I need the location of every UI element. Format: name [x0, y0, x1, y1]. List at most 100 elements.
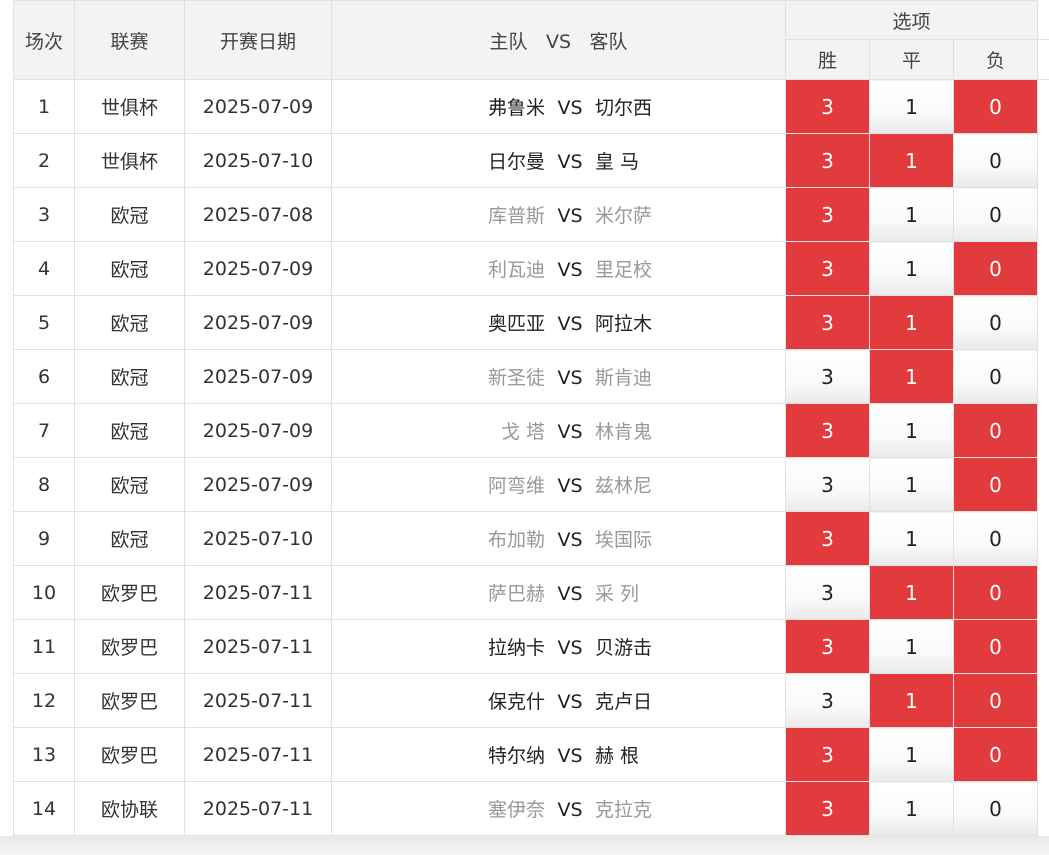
away-team: 克卢日 — [595, 691, 653, 713]
option-lose[interactable]: 0 — [952, 619, 1039, 674]
option-draw[interactable]: 1 — [869, 511, 954, 566]
option-lose[interactable]: 0 — [952, 565, 1039, 620]
league-name: 欧冠 — [74, 241, 185, 296]
option-lose[interactable]: 0 — [952, 349, 1039, 404]
table-row: 11 欧罗巴 2025-07-11 拉纳卡 VS 贝游击 3 1 0 — [13, 619, 1049, 674]
table-row: 7 欧冠 2025-07-09 戈 塔 VS 林肯鬼 3 1 0 — [13, 403, 1049, 458]
home-team: 戈 塔 — [500, 421, 545, 443]
option-win[interactable]: 3 — [785, 295, 870, 350]
option-draw[interactable]: 1 — [869, 781, 954, 836]
option-lose[interactable]: 0 — [952, 511, 1039, 566]
home-team: 塞伊奈 — [487, 799, 545, 821]
table-row: 6 欧冠 2025-07-09 新圣徒 VS 斯肯迪 3 1 0 — [13, 349, 1049, 404]
row-gap — [1037, 511, 1049, 566]
option-draw[interactable]: 1 — [869, 187, 954, 242]
option-win[interactable]: 3 — [785, 565, 870, 620]
away-team: 皇 马 — [595, 151, 640, 173]
vs-label: VS — [557, 313, 583, 335]
option-draw[interactable]: 1 — [869, 673, 954, 728]
row-gap — [1037, 565, 1049, 620]
match-date: 2025-07-10 — [184, 133, 332, 188]
option-win[interactable]: 3 — [785, 781, 870, 836]
round-number: 14 — [13, 781, 75, 836]
home-team: 日尔曼 — [487, 151, 545, 173]
round-number: 13 — [13, 727, 75, 782]
match-date: 2025-07-10 — [184, 511, 332, 566]
option-win[interactable]: 3 — [785, 349, 870, 404]
league-name: 世俱杯 — [74, 79, 185, 134]
vs-label: VS — [557, 691, 583, 713]
option-win[interactable]: 3 — [785, 619, 870, 674]
option-lose[interactable]: 0 — [952, 187, 1039, 242]
league-name: 欧冠 — [74, 457, 185, 512]
match-teams: 新圣徒 VS 斯肯迪 — [331, 349, 786, 404]
option-draw[interactable]: 1 — [869, 457, 954, 512]
league-name: 欧协联 — [74, 781, 185, 836]
option-win[interactable]: 3 — [785, 241, 870, 296]
option-draw[interactable]: 1 — [869, 619, 954, 674]
option-lose[interactable]: 0 — [952, 727, 1039, 782]
match-table-container: 场次 联赛 开赛日期 主队 VS 客队 选项 胜 平 负 1 世俱杯 2025-07… — [13, 0, 1049, 855]
away-team: 切尔西 — [595, 97, 653, 119]
header-away: 客队 — [589, 30, 628, 53]
match-date: 2025-07-08 — [184, 187, 332, 242]
option-lose[interactable]: 0 — [952, 781, 1039, 836]
vs-label: VS — [557, 583, 583, 605]
option-draw[interactable]: 1 — [869, 241, 954, 296]
round-number: 4 — [13, 241, 75, 296]
league-name: 欧冠 — [74, 403, 185, 458]
row-gap — [1037, 673, 1049, 728]
option-win[interactable]: 3 — [785, 727, 870, 782]
option-win[interactable]: 3 — [785, 673, 870, 728]
away-team: 贝游击 — [595, 637, 653, 659]
match-date: 2025-07-09 — [184, 403, 332, 458]
table-row: 12 欧罗巴 2025-07-11 保克什 VS 克卢日 3 1 0 — [13, 673, 1049, 728]
match-teams: 特尔纳 VS 赫 根 — [331, 727, 786, 782]
option-lose[interactable]: 0 — [952, 79, 1039, 134]
option-win[interactable]: 3 — [785, 403, 870, 458]
option-lose[interactable]: 0 — [952, 133, 1039, 188]
away-team: 埃国际 — [595, 529, 653, 551]
option-lose[interactable]: 0 — [952, 457, 1039, 512]
home-team: 阿弯维 — [487, 475, 545, 497]
home-team: 奥匹亚 — [487, 313, 545, 335]
option-win[interactable]: 3 — [785, 133, 870, 188]
header-gap-2 — [1037, 39, 1049, 80]
option-lose[interactable]: 0 — [952, 403, 1039, 458]
home-team: 库普斯 — [487, 205, 545, 227]
option-draw[interactable]: 1 — [869, 403, 954, 458]
league-name: 欧罗巴 — [74, 619, 185, 674]
option-win[interactable]: 3 — [785, 457, 870, 512]
round-number: 6 — [13, 349, 75, 404]
header-league: 联赛 — [74, 0, 185, 80]
option-draw[interactable]: 1 — [869, 565, 954, 620]
home-team: 拉纳卡 — [487, 637, 545, 659]
option-draw[interactable]: 1 — [869, 295, 954, 350]
option-win[interactable]: 3 — [785, 511, 870, 566]
match-teams: 利瓦迪 VS 里足校 — [331, 241, 786, 296]
round-number: 7 — [13, 403, 75, 458]
option-win[interactable]: 3 — [785, 79, 870, 134]
vs-label: VS — [557, 97, 583, 119]
league-name: 欧罗巴 — [74, 727, 185, 782]
match-teams: 日尔曼 VS 皇 马 — [331, 133, 786, 188]
vs-label: VS — [557, 799, 583, 821]
match-teams: 保克什 VS 克卢日 — [331, 673, 786, 728]
match-teams: 弗鲁米 VS 切尔西 — [331, 79, 786, 134]
away-team: 采 列 — [595, 583, 640, 605]
option-lose[interactable]: 0 — [952, 241, 1039, 296]
round-number: 8 — [13, 457, 75, 512]
option-lose[interactable]: 0 — [952, 673, 1039, 728]
row-gap — [1037, 727, 1049, 782]
option-lose[interactable]: 0 — [952, 295, 1039, 350]
away-team: 赫 根 — [595, 745, 640, 767]
option-draw[interactable]: 1 — [869, 133, 954, 188]
home-team: 保克什 — [487, 691, 545, 713]
header-lose: 负 — [952, 39, 1039, 80]
option-draw[interactable]: 1 — [869, 727, 954, 782]
option-win[interactable]: 3 — [785, 187, 870, 242]
match-date: 2025-07-11 — [184, 781, 332, 836]
option-draw[interactable]: 1 — [869, 349, 954, 404]
option-draw[interactable]: 1 — [869, 79, 954, 134]
round-number: 9 — [13, 511, 75, 566]
